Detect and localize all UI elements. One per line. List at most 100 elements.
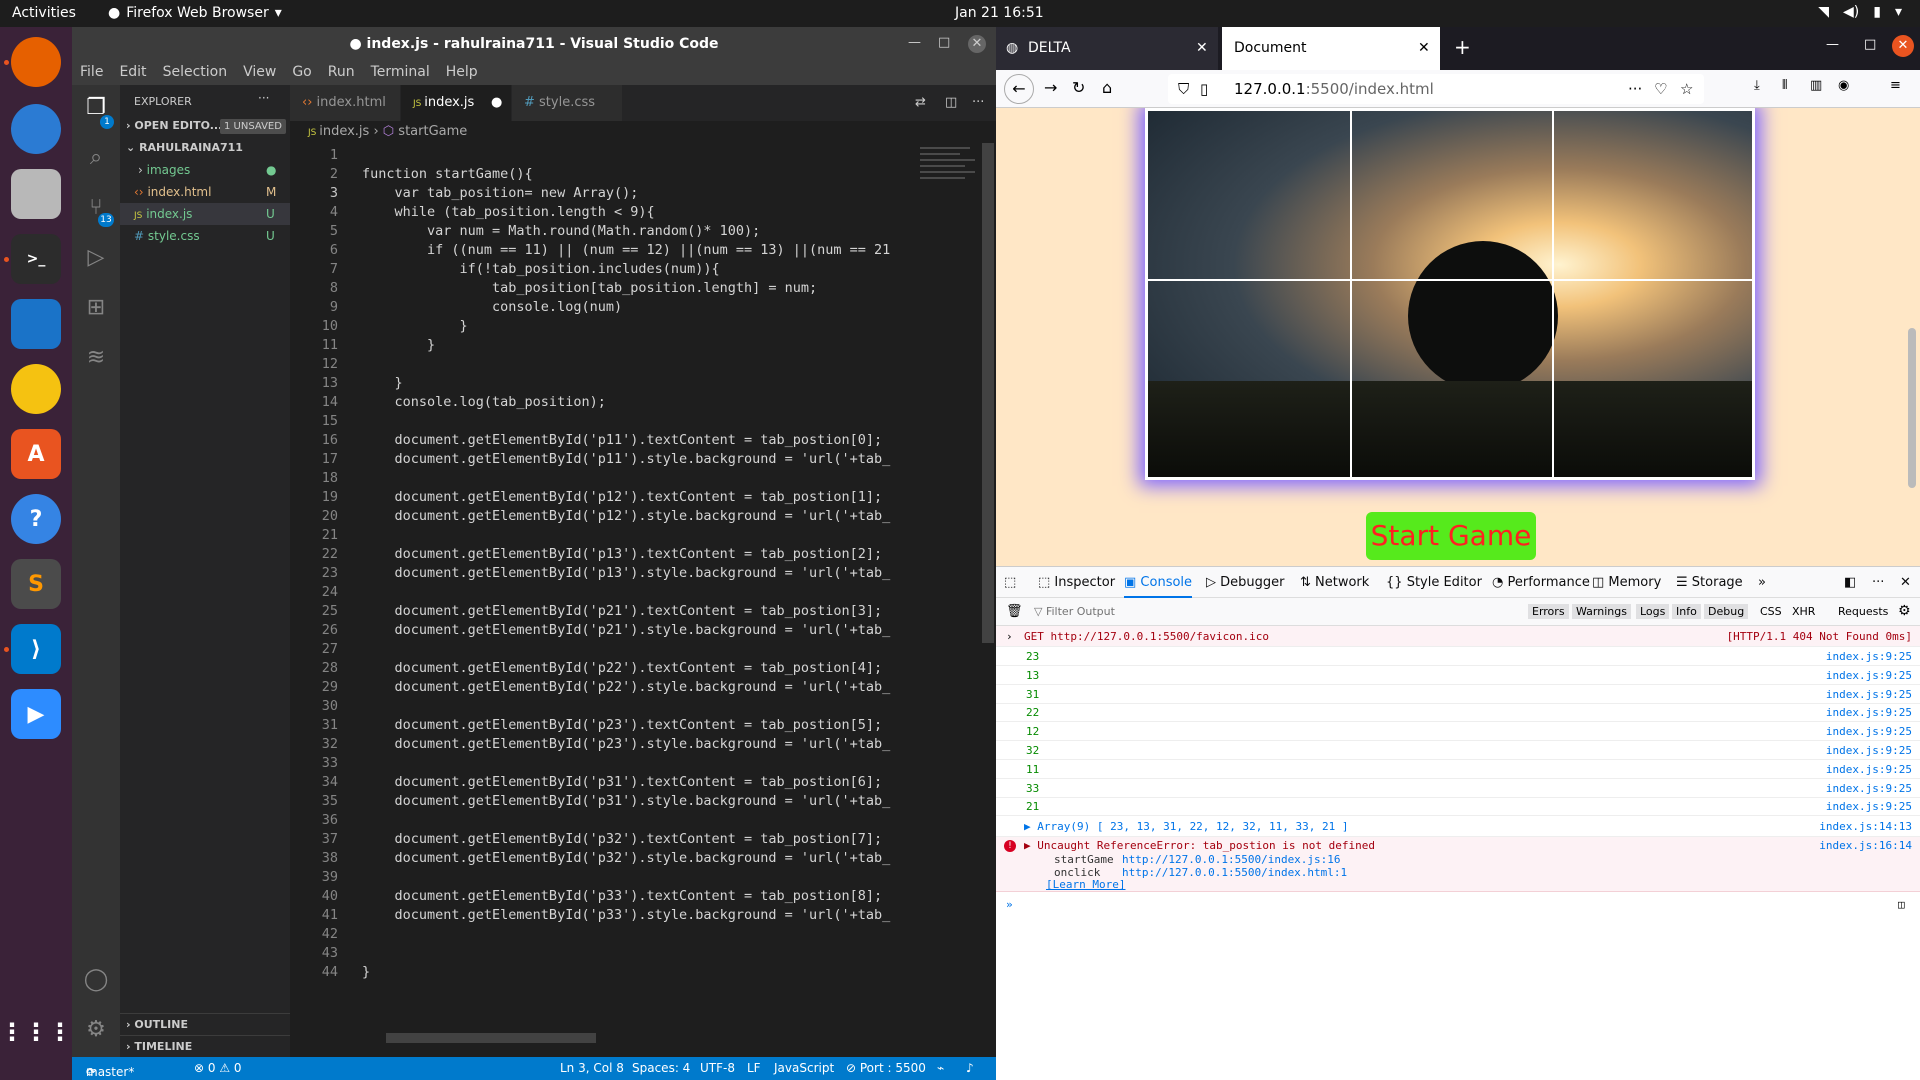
code-line[interactable]: console.log(num) [362,299,622,315]
compare-icon[interactable]: ⇄ [915,95,926,110]
timeline-section[interactable]: › TIMELINE [120,1035,290,1057]
extensions-icon[interactable]: ⊞ [81,293,111,323]
app-grid-icon[interactable]: ⋮⋮⋮ [0,1007,72,1057]
log-row[interactable]: 13 index.js:9:25 [996,666,1920,685]
forward-icon[interactable]: → [1044,78,1057,97]
page-scrollbar[interactable] [1908,328,1916,488]
pick-element-icon[interactable]: ⬚ [1004,575,1016,590]
cursor-position[interactable]: Ln 3, Col 8 [560,1061,624,1075]
broadcast-icon[interactable]: ⌁ [937,1061,944,1075]
folder-section[interactable]: ⌄ RAHULRAINA711 [120,137,290,159]
reload-icon[interactable]: ↻ [1072,78,1085,97]
horizontal-scrollbar[interactable] [386,1033,596,1043]
line-ending[interactable]: LF [747,1061,761,1075]
source-link[interactable]: index.js:9:25 [1826,797,1912,816]
devtools-tab-storage[interactable]: ☰ Storage [1676,575,1743,590]
sidebar-icon[interactable]: ▥ [1810,78,1822,93]
code-line[interactable]: document.getElementById('p22').style.bac… [362,679,891,695]
tab-style-css[interactable]: # style.css [512,85,622,121]
files-icon[interactable] [11,169,61,219]
code-line[interactable]: if(!tab_position.includes(num)){ [362,261,720,277]
code-line[interactable]: document.getElementById('p12').textConte… [362,489,883,505]
devtools-tab-style-editor[interactable]: {} Style Editor [1386,575,1482,590]
source-link[interactable]: index.js:9:25 [1826,685,1912,704]
account-icon[interactable]: ◯ [81,965,111,995]
code-line[interactable]: document.getElementById('p31').textConte… [362,774,883,790]
tree-item-style-css[interactable]: # style.css U [120,225,290,247]
code-line[interactable]: } [362,964,370,980]
tab-document[interactable]: Document ✕ [1222,27,1440,70]
code-line[interactable]: document.getElementById('p21').textConte… [362,603,883,619]
filter-css[interactable]: CSS [1760,605,1782,618]
code-line[interactable]: document.getElementById('p33').textConte… [362,888,883,904]
close-icon[interactable]: ✕ [1196,27,1208,70]
bookmark-star-icon[interactable]: ☆ [1680,74,1693,104]
breadcrumb-file[interactable]: index.js [319,124,369,139]
code-line[interactable]: console.log(tab_position); [362,394,606,410]
code-line[interactable]: } [362,318,468,334]
vertical-scrollbar[interactable] [982,143,994,643]
breadcrumb-symbol[interactable]: startGame [398,124,467,139]
home-icon[interactable]: ⌂ [1102,78,1112,97]
code-line[interactable]: document.getElementById('p12').style.bac… [362,508,891,524]
split-editor-icon[interactable]: ◫ [945,95,957,110]
library-icon[interactable]: ⫴ [1782,78,1787,93]
code-line[interactable]: tab_position[tab_position.length] = num; [362,280,817,296]
indentation[interactable]: Spaces: 4 [632,1061,690,1075]
url-bar[interactable]: ⛉ ▯ 127.0.0.1:5500/index.html ··· ♡ ☆ [1168,74,1704,104]
source-link[interactable]: index.js:9:25 [1826,703,1912,722]
more-tabs-icon[interactable]: » [1758,575,1766,590]
code-line[interactable]: document.getElementById('p23').style.bac… [362,736,891,752]
minimize-icon[interactable]: — [908,35,921,50]
network-request-row[interactable]: › GET http://127.0.0.1:5500/favicon.ico … [996,626,1920,647]
console-prompt-icon[interactable]: » [1006,898,1013,911]
source-link[interactable]: index.js:9:25 [1826,722,1912,741]
devtools-tab-inspector[interactable]: ⬚ Inspector [1038,575,1115,590]
trash-icon[interactable]: 🗑 [1006,604,1023,619]
source-link[interactable]: index.js:9:25 [1826,666,1912,685]
filter-debug[interactable]: Debug [1704,604,1749,619]
encoding[interactable]: UTF-8 [700,1061,735,1075]
page-actions-icon[interactable]: ··· [1628,74,1642,104]
outline-section[interactable]: › OUTLINE [120,1013,290,1035]
live-server-port[interactable]: ⊘ Port : 5500 [846,1061,926,1075]
code-line[interactable]: function startGame(){ [362,166,533,182]
devtools-tab-performance[interactable]: ◔ Performance [1492,575,1590,590]
rhythmbox-icon[interactable] [11,364,61,414]
code-line[interactable]: } [362,337,435,353]
log-row[interactable]: 21 index.js:9:25 [996,797,1920,817]
code-line[interactable]: document.getElementById('p13').textConte… [362,546,883,562]
activities-button[interactable]: Activities [12,5,76,21]
error-row[interactable]: ! ▶ Uncaught ReferenceError: tab_postion… [996,837,1920,892]
filter-logs[interactable]: Logs [1636,604,1670,619]
tree-item-images[interactable]: › images ● [120,159,290,181]
array-log-row[interactable]: ▶ Array(9) [ 23, 13, 31, 22, 12, 32, 11,… [996,816,1920,837]
writer-icon[interactable] [11,299,61,349]
filter-input[interactable]: ▽ Filter Output [1034,605,1115,618]
trace-url[interactable]: http://127.0.0.1:5500/index.js:16 [1122,853,1341,866]
tab-index-js[interactable]: JS index.js ● [401,85,511,121]
devtools-tab-console[interactable]: ▣ Console [1124,575,1193,598]
tree-item-index-html[interactable]: ‹› index.html M [120,181,290,203]
tab-delta[interactable]: ◍ DELTA ✕ [996,27,1218,70]
software-icon[interactable]: A [11,429,61,479]
close-icon[interactable]: ✕ [1900,575,1911,590]
log-row[interactable]: 32 index.js:9:25 [996,741,1920,760]
log-row[interactable]: 12 index.js:9:25 [996,722,1920,742]
code-line[interactable]: document.getElementById('p23').textConte… [362,717,883,733]
code-line[interactable]: if ((num == 11) || (num == 12) ||(num ==… [362,242,890,258]
menu-terminal[interactable]: Terminal [363,63,438,85]
menu-run[interactable]: Run [320,63,363,85]
filter-requests[interactable]: Requests [1838,605,1888,618]
search-icon[interactable]: ⌕ [81,143,111,173]
log-row[interactable]: 31 index.js:9:25 [996,685,1920,704]
maximize-icon[interactable]: □ [938,35,950,50]
filter-xhr[interactable]: XHR [1792,605,1815,618]
code-line[interactable]: document.getElementById('p22').textConte… [362,660,883,676]
log-row[interactable]: 23 index.js:9:25 [996,647,1920,666]
code-line[interactable]: document.getElementById('p33').style.bac… [362,907,891,923]
close-icon[interactable]: ✕ [968,35,986,53]
source-link[interactable]: index.js:9:25 [1826,779,1912,798]
filter-errors[interactable]: Errors [1528,604,1569,619]
code-line[interactable]: document.getElementById('p11').textConte… [362,432,883,448]
